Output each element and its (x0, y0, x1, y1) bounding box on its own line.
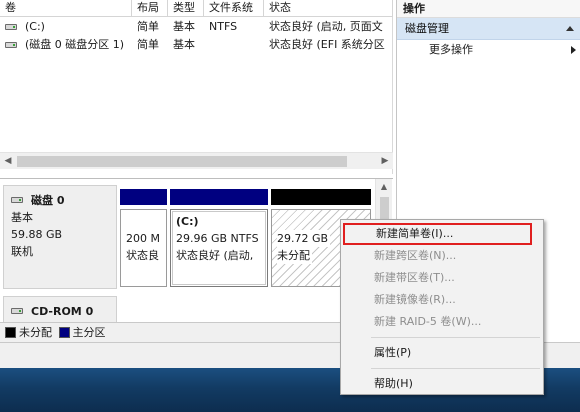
disk-icon (11, 197, 23, 203)
scroll-left-icon[interactable]: ◀ (0, 153, 16, 170)
horizontal-scrollbar[interactable]: ◀ ▶ (0, 152, 393, 169)
legend-primary: 主分区 (72, 326, 106, 339)
menu-new-mirrored-volume: 新建镜像卷(R)... (374, 293, 456, 306)
row-type: 基本 (173, 38, 195, 51)
col-header-filesystem[interactable]: 文件系统 (204, 0, 264, 17)
row-filesystem: NTFS (209, 20, 238, 33)
scroll-right-icon[interactable]: ▶ (377, 153, 393, 170)
partition-status: 状态良 (126, 249, 159, 262)
scroll-up-icon[interactable]: ▲ (376, 182, 392, 191)
menu-properties[interactable]: 属性(P) (341, 342, 543, 364)
scroll-thumb[interactable] (17, 156, 347, 167)
legend-unallocated: 未分配 (19, 326, 52, 339)
section-label: 磁盘管理 (405, 22, 449, 35)
menu-help[interactable]: 帮助(H) (341, 373, 543, 395)
row-volume: (C:) (25, 20, 45, 33)
disk-map: 磁盘 0 基本 59.88 GB 联机 200 M 状态良 (C:) 29.96… (0, 178, 393, 343)
col-header-type[interactable]: 类型 (168, 0, 204, 17)
menu-separator (371, 368, 540, 369)
table-row[interactable]: (磁盘 0 磁盘分区 1) 简单 基本 状态良好 (EFI 系统分区 (0, 36, 393, 54)
menu-new-simple-volume[interactable]: 新建简单卷(I)... (343, 223, 532, 245)
disk-type: 基本 (11, 211, 33, 224)
context-menu: 新建简单卷(I)... 新建跨区卷(N)... 新建带区卷(T)... 新建镜像… (340, 219, 544, 395)
row-status: 状态良好 (EFI 系统分区 (269, 38, 385, 51)
more-actions[interactable]: 更多操作 (397, 40, 580, 60)
row-layout: 简单 (137, 20, 159, 33)
legend: 未分配 主分区 (0, 322, 396, 342)
cdrom-icon (11, 308, 23, 314)
unallocated-swatch (5, 327, 16, 338)
col-header-layout[interactable]: 布局 (132, 0, 168, 17)
row-layout: 简单 (137, 38, 159, 51)
primary-swatch (58, 327, 70, 338)
volume-list: 卷 布局 类型 文件系统 状态 (C:) 简单 基本 NTFS 状态良好 (启动… (0, 0, 393, 174)
drive-icon (5, 42, 17, 48)
submenu-arrow-icon (571, 46, 576, 54)
partition-efi[interactable]: 200 M 状态良 (120, 209, 167, 287)
partition-size: 29.96 GB NTFS (176, 232, 259, 245)
col-header-status[interactable]: 状态 (264, 0, 393, 17)
partition-bar (120, 189, 167, 205)
partition-bar (271, 189, 371, 205)
partition-status: 状态良好 (启动, (176, 249, 254, 262)
more-actions-label: 更多操作 (429, 43, 473, 56)
col-header-volume[interactable]: 卷 (0, 0, 132, 17)
partition-size: 200 M (126, 232, 160, 245)
drive-icon (5, 24, 17, 30)
menu-new-spanned-volume: 新建跨区卷(N)... (374, 249, 457, 262)
disk-status: 联机 (11, 245, 33, 258)
partition-c[interactable]: (C:) 29.96 GB NTFS 状态良好 (启动, (170, 209, 268, 287)
partition-bar (170, 189, 268, 205)
disk-size: 59.88 GB (11, 228, 63, 241)
row-volume: (磁盘 0 磁盘分区 1) (25, 38, 125, 51)
menu-separator (371, 337, 540, 338)
scroll-thumb[interactable] (380, 197, 389, 219)
cdrom-title: CD-ROM 0 (31, 305, 94, 318)
disk-0-label[interactable]: 磁盘 0 基本 59.88 GB 联机 (3, 185, 117, 289)
disk-title: 磁盘 0 (31, 194, 65, 207)
row-filesystem (204, 36, 264, 54)
collapse-icon[interactable] (566, 26, 574, 31)
menu-new-striped-volume: 新建带区卷(T)... (374, 271, 455, 284)
row-type: 基本 (173, 20, 195, 33)
actions-section-disk-management[interactable]: 磁盘管理 (397, 18, 580, 40)
table-row[interactable]: (C:) 简单 基本 NTFS 状态良好 (启动, 页面文 (0, 18, 393, 36)
partition-size: 29.72 GB (277, 230, 331, 247)
partition-name: (C:) (176, 215, 199, 228)
row-status: 状态良好 (启动, 页面文 (269, 20, 383, 33)
menu-new-raid5-volume: 新建 RAID-5 卷(W)... (374, 315, 482, 328)
actions-header: 操作 (397, 0, 580, 18)
partition-status: 未分配 (277, 247, 312, 264)
